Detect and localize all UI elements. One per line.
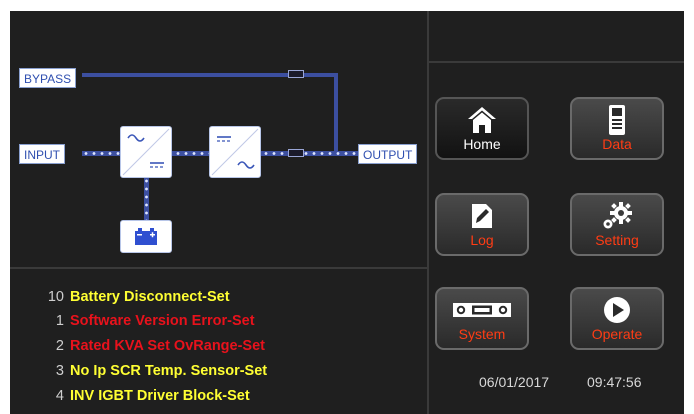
alarm-row: 4 INV IGBT Driver Block-Set [55,388,250,404]
status-date: 06/01/2017 [479,374,550,390]
data-button[interactable]: Data [570,97,664,160]
home-label: Home [463,136,501,152]
log-button[interactable]: Log [435,193,529,256]
output-switch [288,149,304,157]
inverter-symbol-icon [211,128,259,176]
alarm-row: 10 Battery Disconnect-Set [47,289,230,305]
system-label: System [458,326,506,342]
battery-module [120,220,172,253]
system-panel-icon [437,295,527,325]
operate-button[interactable]: Operate [570,287,664,350]
alarm-text: Rated KVA Set OvRange-Set [70,338,265,354]
alarm-text: Battery Disconnect-Set [70,289,230,305]
setting-label: Setting [595,232,639,248]
status-time: 09:47:56 [587,374,642,390]
dc-flow-dots [174,151,210,156]
battery-flow-dots [144,177,149,223]
operate-label: Operate [591,326,643,342]
ups-screen: BYPASS INPUT OUTPUT 10 Battery Disconnec… [10,11,684,414]
gears-icon [572,201,662,231]
output-flow-dots [262,151,362,156]
system-button[interactable]: System [435,287,529,350]
log-label: Log [470,232,494,248]
home-icon [437,105,527,135]
pane-divider-vertical [427,11,429,414]
bypass-drop-line [334,73,338,155]
alarm-row: 1 Software Version Error-Set [55,313,255,329]
bypass-switch [288,70,304,78]
data-label: Data [602,136,632,152]
header-divider [429,61,684,63]
alarm-text: Software Version Error-Set [70,313,255,329]
meter-icon [572,105,662,135]
alarm-text: INV IGBT Driver Block-Set [70,388,250,404]
input-flow-dots [82,151,122,156]
output-label: OUTPUT [358,144,418,164]
alarm-row: 3 No Ip SCR Temp. Sensor-Set [55,363,268,379]
alarm-text: No Ip SCR Temp. Sensor-Set [70,363,268,379]
input-label: INPUT [19,144,65,164]
alarm-row: 2 Rated KVA Set OvRange-Set [55,338,265,354]
setting-button[interactable]: Setting [570,193,664,256]
bypass-label: BYPASS [19,68,77,88]
rectifier-symbol-icon [122,128,170,176]
inverter-module [209,126,261,178]
log-edit-icon [437,201,527,231]
play-icon [572,295,662,325]
diagram-divider [10,267,427,269]
battery-icon [135,228,157,245]
home-button[interactable]: Home [435,97,529,160]
rectifier-module [120,126,172,178]
